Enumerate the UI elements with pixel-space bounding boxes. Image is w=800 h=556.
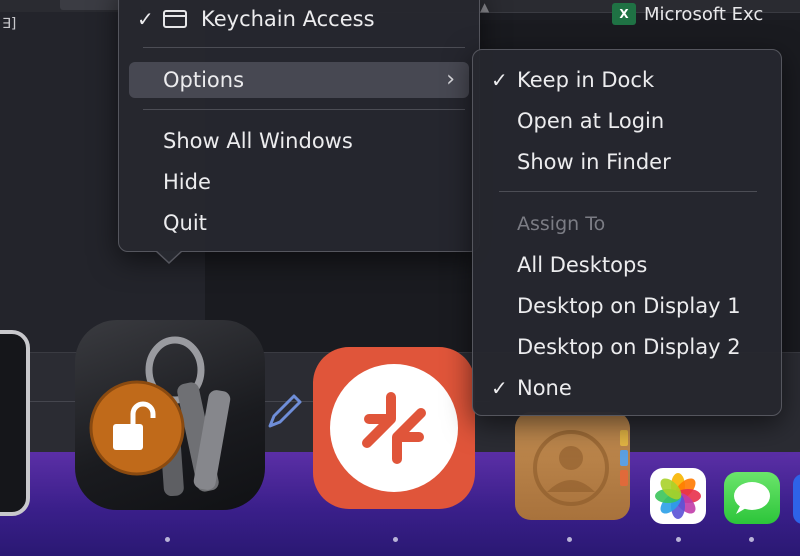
remote-desktop-icon[interactable] <box>313 347 475 509</box>
excel-title-text: Microsoft Exc <box>644 3 764 25</box>
group-header-label: Assign To <box>517 213 606 235</box>
photos-icon[interactable] <box>650 468 706 524</box>
checkmark-icon: ✓ <box>491 376 508 400</box>
options-submenu: ✓ Keep in Dock Open at Login Show in Fin… <box>472 49 782 416</box>
running-indicator <box>676 537 681 542</box>
menu-item-show-in-finder[interactable]: Show in Finder <box>483 144 771 180</box>
window-icon <box>163 10 187 28</box>
menu-pointer <box>155 250 183 264</box>
menu-separator <box>143 47 465 48</box>
running-indicator <box>749 537 754 542</box>
pencil-icon[interactable] <box>262 390 306 434</box>
checkmark-icon: ✓ <box>137 7 154 31</box>
menu-separator <box>143 109 465 110</box>
dock-app-icon-partial[interactable] <box>793 474 800 524</box>
menu-item-quit[interactable]: Quit <box>129 205 469 241</box>
checkmark-icon: ✓ <box>491 68 508 92</box>
remote-arrows-icon <box>330 364 458 492</box>
menu-item-label: All Desktops <box>517 253 648 277</box>
menu-item-keep-in-dock[interactable]: ✓ Keep in Dock <box>483 62 771 98</box>
menu-item-label: Options <box>163 68 245 92</box>
menu-item-keychain-access[interactable]: ✓ Keychain Access <box>129 1 469 37</box>
flower-icon <box>655 473 701 519</box>
menu-item-hide[interactable]: Hide <box>129 164 469 200</box>
keychain-access-icon[interactable] <box>75 320 265 510</box>
menu-item-label: Keep in Dock <box>517 68 655 92</box>
speech-bubble-icon <box>734 482 770 514</box>
running-indicator <box>165 537 170 542</box>
menu-item-label: Keychain Access <box>201 7 375 31</box>
person-icon <box>533 430 628 506</box>
dock-app-context-menu: ✓ Keychain Access Options › Show All Win… <box>118 0 480 264</box>
menu-item-label: Desktop on Display 2 <box>517 335 741 359</box>
menu-item-none[interactable]: ✓ None <box>483 370 771 406</box>
menu-item-label: Desktop on Display 1 <box>517 294 741 318</box>
menu-item-show-all-windows[interactable]: Show All Windows <box>129 123 469 159</box>
running-indicator <box>393 537 398 542</box>
assign-to-header: Assign To <box>483 206 771 242</box>
running-indicator <box>567 537 572 542</box>
excel-window-title[interactable]: X Microsoft Exc <box>612 2 763 26</box>
excel-icon: X <box>612 3 636 25</box>
messages-icon[interactable] <box>724 472 780 524</box>
menu-item-options[interactable]: Options › <box>129 62 469 98</box>
upload-arrow-icon: ▲ <box>480 0 490 14</box>
contacts-icon[interactable] <box>515 412 630 520</box>
menu-item-label: Show in Finder <box>517 150 671 174</box>
menu-item-label: None <box>517 376 572 400</box>
menu-separator <box>499 191 757 192</box>
menu-item-desktop-display-2[interactable]: Desktop on Display 2 <box>483 329 771 365</box>
menu-item-label: Hide <box>163 170 211 194</box>
dock-app-icon-partial[interactable] <box>0 330 30 516</box>
left-bracket-text: ∃] <box>2 16 17 32</box>
keys-icon <box>89 336 231 497</box>
menu-item-label: Open at Login <box>517 109 665 133</box>
chevron-right-icon: › <box>446 67 455 92</box>
menu-item-open-at-login[interactable]: Open at Login <box>483 103 771 139</box>
tab[interactable] <box>60 0 120 10</box>
menu-item-desktop-display-1[interactable]: Desktop on Display 1 <box>483 288 771 324</box>
menu-item-label: Quit <box>163 211 207 235</box>
menu-item-label: Show All Windows <box>163 129 353 153</box>
menu-item-all-desktops[interactable]: All Desktops <box>483 247 771 283</box>
